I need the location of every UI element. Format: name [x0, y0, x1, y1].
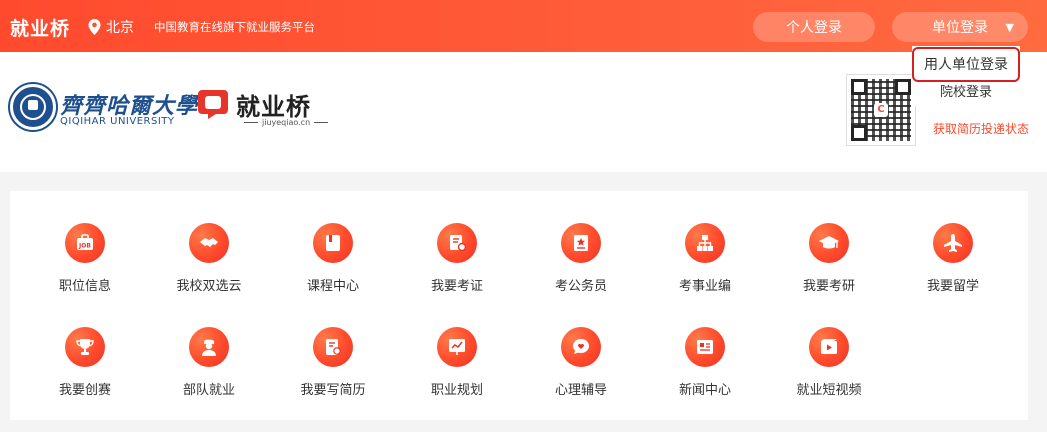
unit-login-dropdown: 用人单位登录 院校登录 — [912, 46, 1020, 106]
service-label: 职业规划 — [430, 383, 483, 398]
certificate-icon — [437, 223, 477, 263]
service-label: 部队就业 — [182, 383, 235, 398]
service-label: 考事业编 — [678, 279, 731, 294]
book-icon — [313, 223, 353, 263]
soldier-icon — [189, 327, 229, 367]
service-label: 职位信息 — [58, 279, 111, 294]
university-emblem-icon[interactable] — [10, 84, 56, 130]
service-label: 我要留学 — [926, 279, 979, 294]
slogan: 中国教育在线旗下就业服务平台 — [154, 20, 315, 34]
university-english-name: QIQIHAR UNIVERSITY — [60, 116, 175, 127]
service-psychological-counseling[interactable]: 心理辅导 — [531, 327, 631, 398]
plane-icon — [933, 223, 973, 263]
location-selector[interactable]: 北京 — [88, 17, 134, 37]
caret-down-icon: ▼ — [1005, 21, 1014, 34]
service-competition[interactable]: 我要创赛 — [35, 327, 135, 398]
platform-url: jiuyeqiao.cn — [240, 118, 332, 127]
service-write-resume[interactable]: 我要写简历 — [283, 327, 383, 398]
service-dual-choice-cloud[interactable]: 我校双选云 — [159, 223, 259, 294]
header: 齊齊哈爾大學 QIQIHAR UNIVERSITY 就业桥 jiuyeqiao.… — [0, 52, 1047, 172]
services-panel: JOB 职位信息 我校双选云 课程中心 我要考证 考公务员 考事业编 我要考研 … — [10, 191, 1028, 420]
video-icon — [809, 327, 849, 367]
service-label: 我要考研 — [802, 279, 855, 294]
service-job-info[interactable]: JOB 职位信息 — [35, 223, 135, 294]
service-public-institution[interactable]: 考事业编 — [655, 223, 755, 294]
svg-text:JOB: JOB — [78, 243, 91, 250]
service-career-planning[interactable]: 职业规划 — [407, 327, 507, 398]
service-news-center[interactable]: 新闻中心 — [655, 327, 755, 398]
qr-logo-icon: C — [874, 103, 888, 117]
location-pin-icon — [88, 19, 101, 35]
graduation-cap-icon — [809, 223, 849, 263]
service-study-abroad[interactable]: 我要留学 — [903, 223, 1003, 294]
jiuyeqiao-logo-icon[interactable] — [196, 86, 230, 120]
qr-hint-text: 获取简历投递状态 — [933, 122, 1030, 136]
job-icon: JOB — [65, 223, 105, 263]
location-label: 北京 — [106, 20, 134, 36]
service-label: 课程中心 — [306, 279, 359, 294]
service-label: 考公务员 — [554, 279, 607, 294]
civil-service-icon — [561, 223, 601, 263]
personal-login-button[interactable]: 个人登录 — [753, 12, 875, 42]
service-label: 我要考证 — [430, 279, 483, 294]
service-civil-service[interactable]: 考公务员 — [531, 223, 631, 294]
unit-login-label: 单位登录 — [932, 20, 988, 36]
service-label: 我要创赛 — [58, 383, 111, 398]
dropdown-item-employer-login[interactable]: 用人单位登录 — [912, 47, 1020, 82]
dropdown-item-school-login[interactable]: 院校登录 — [912, 84, 1020, 104]
org-chart-icon — [685, 223, 725, 263]
trophy-icon — [65, 327, 105, 367]
top-bar: 就业桥 北京 中国教育在线旗下就业服务平台 个人登录 单位登录 ▼ — [0, 0, 1047, 52]
unit-login-button[interactable]: 单位登录 ▼ — [892, 12, 1028, 42]
service-label: 新闻中心 — [678, 383, 731, 398]
service-short-video[interactable]: 就业短视频 — [779, 327, 879, 398]
news-icon — [685, 327, 725, 367]
service-label: 我校双选云 — [176, 279, 242, 294]
chat-heart-icon — [561, 327, 601, 367]
chart-board-icon — [437, 327, 477, 367]
service-label: 心理辅导 — [554, 383, 607, 398]
platform-name: 就业桥 — [236, 93, 311, 121]
qr-code: C — [846, 74, 916, 146]
service-course-center[interactable]: 课程中心 — [283, 223, 383, 294]
service-military-employment[interactable]: 部队就业 — [159, 327, 259, 398]
service-postgraduate-exam[interactable]: 我要考研 — [779, 223, 879, 294]
service-certificate[interactable]: 我要考证 — [407, 223, 507, 294]
brand-name[interactable]: 就业桥 — [10, 14, 70, 41]
service-label: 我要写简历 — [300, 383, 366, 398]
resume-icon — [313, 327, 353, 367]
handshake-icon — [189, 223, 229, 263]
service-label: 就业短视频 — [796, 383, 862, 398]
